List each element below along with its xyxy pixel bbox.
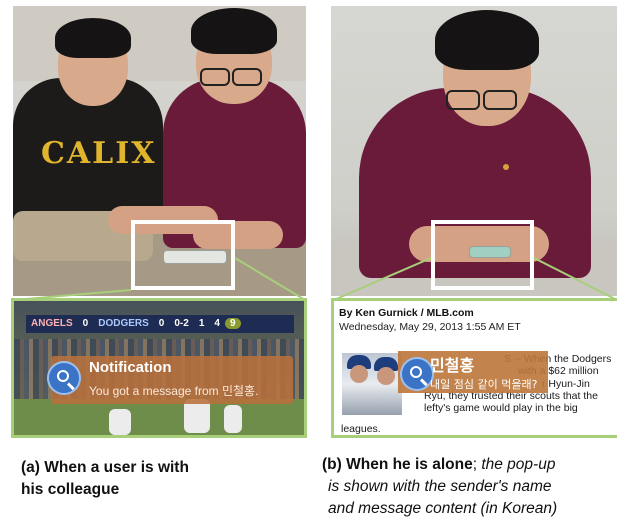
- zoomed-screen-with-colleague: ANGELS 0 DODGERS 0 0-2 1 4 9 Notification You g…: [11, 298, 307, 438]
- notification-popup[interactable]: Notification You got a message from 민철홍.: [51, 356, 293, 404]
- message-content: 내일 점심 같이 먹을래?: [430, 378, 538, 391]
- search-icon[interactable]: [400, 357, 434, 391]
- notification-text: You got a message from 민철홍.: [89, 384, 259, 398]
- photo-with-colleague: CALIX: [13, 6, 306, 296]
- caption-b: (b) When he is alone; the pop-up is show…: [322, 456, 558, 517]
- shirt-logo: [503, 164, 509, 170]
- photo-alone: [331, 6, 617, 296]
- notification-title: Notification: [89, 359, 172, 376]
- shirt-print: CALIX: [41, 136, 157, 171]
- sender-name: 민철홍: [430, 356, 475, 375]
- focus-box: [131, 220, 235, 290]
- article-text-end: leagues.: [341, 423, 381, 435]
- article-photo: [342, 353, 402, 415]
- article-dateline: Wednesday, May 29, 2013 1:55 AM ET: [339, 321, 521, 333]
- search-icon[interactable]: [47, 361, 81, 395]
- caption-a: (a) When a user is with his colleague: [21, 459, 189, 498]
- article-byline: By Ken Gurnick / MLB.com: [339, 307, 474, 319]
- zoomed-screen-alone: By Ken Gurnick / MLB.com Wednesday, May …: [331, 298, 617, 438]
- scoreboard: ANGELS 0 DODGERS 0 0-2 1 4 9: [26, 315, 294, 333]
- focus-box: [431, 220, 534, 290]
